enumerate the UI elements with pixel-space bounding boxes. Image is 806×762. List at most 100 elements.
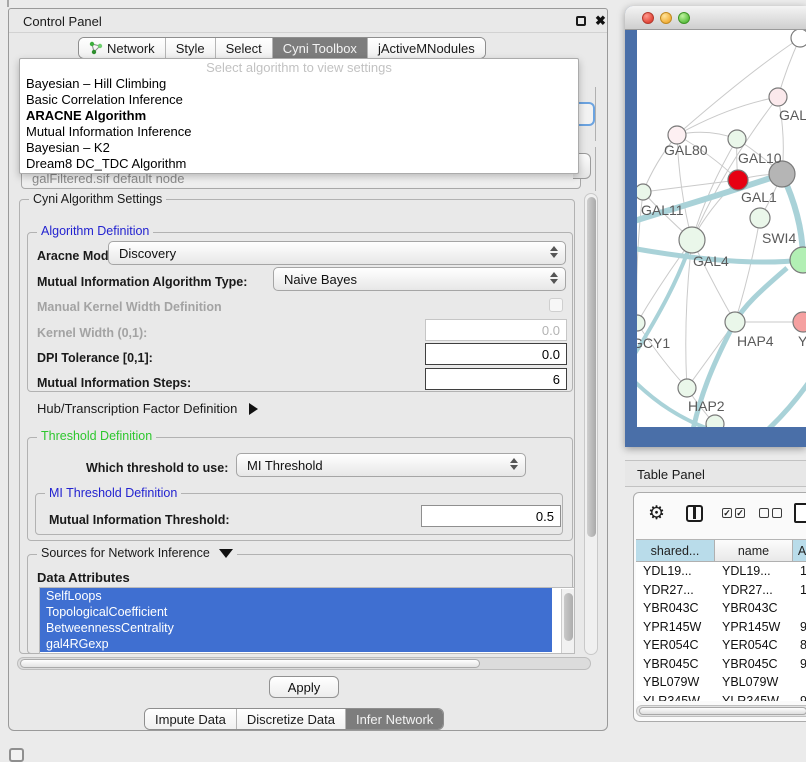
network-node[interactable] — [706, 415, 724, 427]
column-header-shared-name[interactable]: shared... — [636, 540, 715, 562]
node-label: GAL4 — [693, 253, 729, 269]
network-icon — [89, 41, 103, 55]
column-header-name[interactable]: name — [715, 540, 793, 562]
algorithm-definition-title: Algorithm Definition — [37, 225, 153, 238]
table-cell: YDL19... — [715, 562, 793, 581]
table-panel: ⚙ ✓ ✓ shared... name A — [633, 492, 806, 722]
tab-jactivemnodules[interactable]: jActiveMNodules — [368, 38, 485, 58]
table-row[interactable]: YLR345WYLR345W9. — [636, 692, 806, 702]
table-cell: 8. — [793, 636, 806, 655]
network-node-gal1[interactable] — [728, 170, 748, 190]
network-node-hap2[interactable] — [678, 379, 696, 397]
settings-horizontal-scrollbar[interactable] — [17, 657, 591, 670]
algorithm-option[interactable]: ARACNE Algorithm — [20, 108, 578, 124]
network-node-gal4[interactable] — [679, 227, 705, 253]
table-row[interactable]: YBR043CYBR043C — [636, 599, 806, 618]
tab-style[interactable]: Style — [166, 38, 216, 58]
zoom-traffic-light[interactable] — [678, 12, 690, 24]
node-table: shared... name A YDL19...YDL19...13YDR27… — [636, 539, 806, 701]
which-threshold-combobox[interactable]: MI Threshold — [236, 453, 526, 477]
hub-definition-toggle[interactable]: Hub/Transcription Factor Definition — [37, 401, 258, 416]
list-scrollbar-thumb[interactable] — [564, 593, 573, 641]
algorithm-option[interactable]: Bayesian – Hill Climbing — [20, 76, 578, 92]
float-window-icon[interactable] — [576, 16, 586, 26]
tab-style-label: Style — [176, 41, 205, 56]
settings-vertical-scrollbar[interactable] — [584, 193, 598, 655]
mi-threshold-value: 0.5 — [536, 509, 554, 524]
network-node-swi4[interactable] — [790, 247, 806, 273]
table-row[interactable]: YBR045CYBR045C9. — [636, 655, 806, 674]
tab-network[interactable]: Network — [79, 38, 166, 58]
close-icon[interactable]: ✖ — [595, 13, 606, 29]
network-node[interactable] — [791, 30, 806, 47]
mi-algorithm-type-value: Naive Bayes — [284, 272, 357, 287]
apply-button[interactable]: Apply — [269, 676, 339, 698]
table-horizontal-scrollbar[interactable] — [636, 705, 806, 717]
tab-cyni-toolbox[interactable]: Cyni Toolbox — [273, 38, 368, 58]
table-hscroll-thumb[interactable] — [639, 707, 806, 715]
network-node-y[interactable] — [793, 312, 806, 332]
close-traffic-light[interactable] — [642, 12, 654, 24]
settings-vscroll-thumb[interactable] — [587, 197, 596, 537]
table-panel-titlebar: Table Panel — [625, 460, 806, 487]
table-cell: YPR145W — [636, 618, 715, 637]
table-row[interactable]: YDR27...YDR27...12 — [636, 581, 806, 600]
kernel-width-field[interactable]: 0.0 — [425, 319, 567, 341]
page-icon[interactable] — [794, 503, 806, 523]
attribute-list-item[interactable]: BetweennessCentrality — [40, 620, 552, 636]
data-attributes-list[interactable]: SelfLoopsTopologicalCoefficientBetweenne… — [39, 587, 575, 654]
tab-select[interactable]: Select — [216, 38, 273, 58]
mi-steps-field[interactable]: 6 — [425, 368, 567, 390]
attribute-list-item[interactable]: gal4RGexp — [40, 636, 552, 652]
algorithm-option[interactable]: Dream8 DC_TDC Algorithm — [20, 156, 578, 172]
network-node-gcy1[interactable] — [637, 315, 645, 331]
network-node-gal[interactable] — [769, 88, 787, 106]
bottom-left-partial-icon[interactable] — [9, 748, 24, 762]
tab-infer-network[interactable]: Infer Network — [346, 709, 443, 729]
settings-hscroll-thumb[interactable] — [20, 659, 480, 668]
gear-icon[interactable]: ⚙ — [648, 504, 665, 524]
attribute-list-item[interactable]: TopologicalCoefficient — [40, 604, 552, 620]
network-canvas[interactable]: GALGAL80GAL10GAL1GAL11SWI4GAL4GCY1HAP4YH… — [637, 30, 806, 427]
node-label: GAL — [779, 107, 806, 123]
aracne-mode-value: Discovery — [119, 246, 176, 261]
network-node[interactable] — [750, 208, 770, 228]
mi-steps-label: Mutual Information Steps: — [37, 376, 191, 390]
table-cell: YDL19... — [636, 562, 715, 581]
algorithm-option[interactable]: Mutual Information Inference — [20, 124, 578, 140]
node-label: GAL11 — [641, 202, 684, 218]
network-edge — [637, 323, 687, 388]
sources-group-title[interactable]: Sources for Network Inference — [37, 547, 237, 560]
table-row[interactable]: YPR145WYPR145W9. — [636, 618, 806, 637]
list-vertical-scrollbar[interactable] — [561, 589, 574, 653]
network-node-gal10[interactable] — [728, 130, 746, 148]
deselect-all-columns-icon[interactable] — [759, 508, 782, 518]
manual-kernel-width-checkbox[interactable] — [549, 298, 563, 312]
tab-impute-data[interactable]: Impute Data — [145, 709, 237, 729]
algorithm-option[interactable]: Basic Correlation Inference — [20, 92, 578, 108]
aracne-mode-combobox[interactable]: Discovery — [108, 241, 566, 265]
mi-algorithm-type-combobox[interactable]: Naive Bayes — [273, 267, 566, 291]
table-row[interactable]: YDL19...YDL19...13 — [636, 562, 806, 581]
dpi-tolerance-field[interactable]: 0.0 — [425, 343, 567, 365]
minimize-traffic-light[interactable] — [660, 12, 672, 24]
checked-checkbox-icon: ✓ — [735, 508, 745, 518]
tab-discretize-data[interactable]: Discretize Data — [237, 709, 346, 729]
table-row[interactable]: YER054CYER054C8. — [636, 636, 806, 655]
algorithm-option[interactable]: Bayesian – K2 — [20, 140, 578, 156]
threshold-definition-title: Threshold Definition — [37, 430, 156, 443]
columns-icon[interactable] — [686, 505, 703, 522]
attribute-list-item[interactable]: SelfLoops — [40, 588, 552, 604]
network-node-gal11[interactable] — [637, 184, 651, 200]
algorithm-combobox-fragment[interactable] — [579, 102, 595, 126]
mi-threshold-field[interactable]: 0.5 — [421, 505, 561, 527]
network-window-titlebar[interactable] — [625, 6, 806, 30]
inference-groupbox-edge-fragment — [595, 87, 596, 141]
table-header-row: shared... name A — [636, 540, 806, 562]
network-node-hap4[interactable] — [725, 312, 745, 332]
table-cell: YBL079W — [636, 673, 715, 692]
column-header-partial[interactable]: A — [793, 540, 806, 562]
table-row[interactable]: YBL079WYBL079W — [636, 673, 806, 692]
unchecked-checkbox-icon — [759, 508, 769, 518]
select-all-columns-icon[interactable]: ✓ ✓ — [722, 508, 745, 518]
